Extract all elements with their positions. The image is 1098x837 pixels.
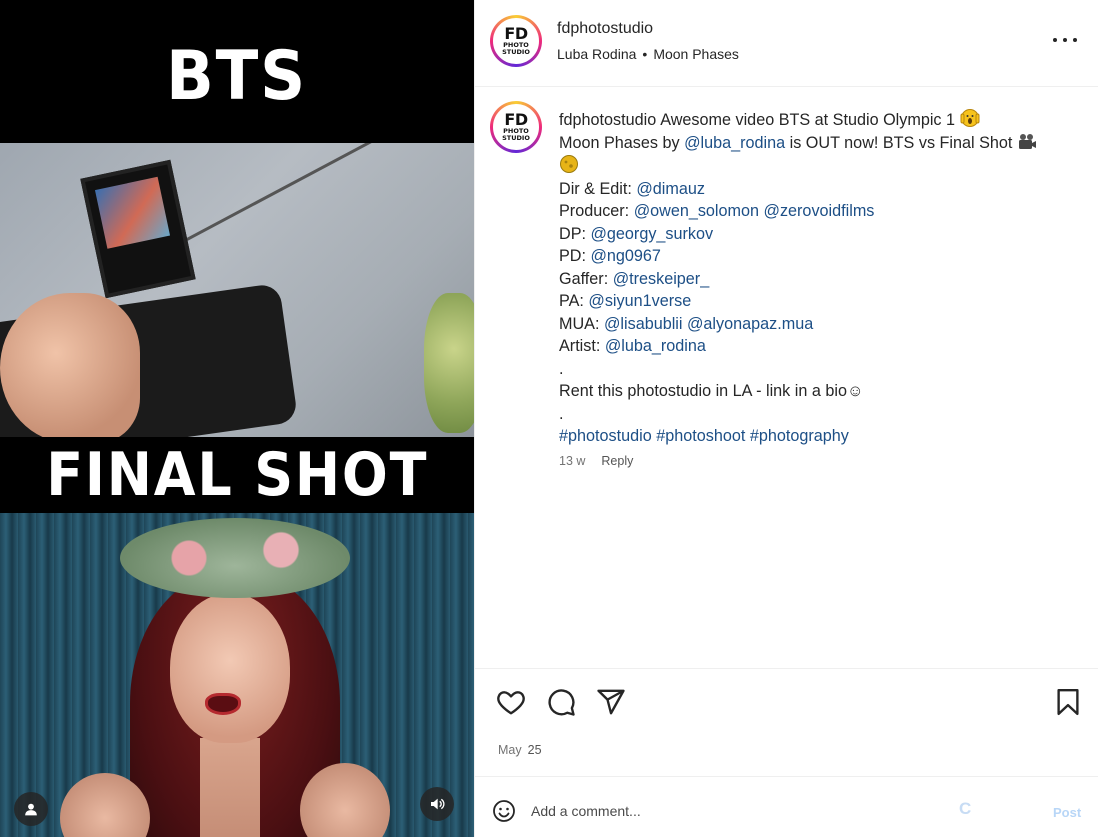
mention-link[interactable]: @zerovoidfilms bbox=[764, 202, 875, 220]
action-bar: May 25 bbox=[475, 668, 1098, 776]
audio-title-link[interactable]: Moon Phases bbox=[653, 46, 739, 62]
caption-dot-1: . bbox=[559, 359, 564, 378]
hashtag-link[interactable]: #photography bbox=[750, 427, 849, 445]
comment-composer: C Post bbox=[475, 776, 1098, 837]
audio-toggle-button[interactable] bbox=[420, 787, 454, 821]
mention-link[interactable]: @lisabublii bbox=[604, 315, 683, 333]
post-details-panel: FD PHOTO STUDIO fdphotostudio Luba Rodin… bbox=[474, 0, 1098, 837]
credit-label: DP: bbox=[559, 224, 591, 243]
heart-icon bbox=[497, 691, 525, 715]
separator-dot: • bbox=[642, 46, 648, 62]
save-button[interactable] bbox=[1053, 687, 1083, 717]
profile-avatar[interactable]: FD PHOTO STUDIO bbox=[490, 15, 542, 67]
credit-label: Gaffer: bbox=[559, 269, 613, 288]
credit-line: Dir & Edit: @dimauz bbox=[559, 178, 1079, 201]
credit-label: Dir & Edit: bbox=[559, 179, 637, 198]
mention-link[interactable]: @siyun1verse bbox=[588, 292, 691, 310]
caption-avatar[interactable]: FD PHOTO STUDIO bbox=[490, 101, 542, 153]
caption-line-2-start: Moon Phases by bbox=[559, 133, 685, 152]
moon-emoji-icon bbox=[560, 155, 578, 173]
bts-overlay-text: BTS bbox=[166, 37, 308, 116]
movie-camera-emoji-icon bbox=[1018, 133, 1036, 149]
credit-line: DP: @georgy_surkov bbox=[559, 223, 1079, 246]
caption-dot-2: . bbox=[559, 404, 564, 423]
comment-icon bbox=[548, 689, 575, 716]
smiley-icon bbox=[493, 800, 515, 822]
caption-meta: 13 w Reply bbox=[559, 454, 649, 468]
speaker-icon bbox=[431, 798, 445, 810]
comment-input[interactable] bbox=[531, 799, 951, 823]
post-comment-button[interactable]: Post bbox=[1053, 805, 1081, 820]
caption-age[interactable]: 13 w bbox=[559, 454, 585, 468]
bts-video-frame bbox=[0, 143, 474, 437]
avatar-logo-text: FD bbox=[504, 24, 528, 44]
flower-crown-image bbox=[120, 518, 350, 598]
final-shot-band: FINAL SHOT bbox=[0, 437, 474, 513]
audio-attribution: Luba Rodina • Moon Phases bbox=[557, 46, 739, 62]
send-icon bbox=[597, 689, 625, 715]
mention-link[interactable]: @ng0967 bbox=[590, 247, 660, 265]
mention-link[interactable]: @luba_rodina bbox=[605, 337, 706, 355]
share-button[interactable] bbox=[596, 687, 626, 717]
more-dot bbox=[1073, 38, 1077, 42]
credits-list: Dir & Edit: @dimauz Producer: @owen_solom… bbox=[559, 178, 1079, 358]
hashtag-link[interactable]: #photostudio bbox=[559, 427, 652, 445]
post-media[interactable]: BTS FINAL SHOT bbox=[0, 0, 474, 837]
post-caption: fdphotostudio Awesome video BTS at Studio… bbox=[559, 108, 1079, 448]
credit-label: Artist: bbox=[559, 337, 605, 355]
more-dot bbox=[1063, 38, 1067, 42]
credit-line: Artist: @luba_rodina bbox=[559, 335, 1079, 358]
mention-link[interactable]: @georgy_surkov bbox=[590, 225, 713, 243]
mention-link[interactable]: @luba_rodina bbox=[684, 134, 785, 152]
hand-image bbox=[0, 293, 140, 437]
bookmark-icon bbox=[1057, 688, 1079, 716]
credit-label: PD: bbox=[559, 247, 591, 265]
mention-link[interactable]: @treskeiper_ bbox=[613, 270, 710, 288]
credit-line: MUA: @lisabublii @alyonapaz.mua bbox=[559, 313, 1079, 336]
credit-label: Producer: bbox=[559, 202, 634, 220]
post-header: FD PHOTO STUDIO fdphotostudio Luba Rodin… bbox=[475, 0, 1098, 87]
more-options-button[interactable] bbox=[1053, 30, 1077, 50]
loading-spinner-icon: C bbox=[959, 799, 972, 818]
final-shot-frame bbox=[0, 513, 474, 837]
hashtag-link[interactable]: #photoshoot bbox=[656, 427, 745, 445]
hashtags-line: #photostudio #photoshoot #photography bbox=[559, 425, 1079, 448]
singer-face-image bbox=[170, 593, 290, 743]
header-username-link[interactable]: fdphotostudio bbox=[557, 20, 653, 38]
caption-rent-line: Rent this photostudio in LA - link in a … bbox=[559, 382, 864, 400]
caption-line-2-end: is OUT now! BTS vs Final Shot bbox=[785, 133, 1017, 152]
post-date: May 25 bbox=[498, 743, 542, 757]
flowers-image bbox=[424, 293, 474, 433]
emoji-picker-button[interactable] bbox=[492, 799, 516, 823]
more-horizontal-icon bbox=[1053, 38, 1057, 42]
comment-button[interactable] bbox=[546, 687, 576, 717]
avatar-logo-subtext-2: STUDIO bbox=[502, 134, 530, 142]
face-screaming-emoji-icon bbox=[960, 109, 980, 127]
credit-line: PD: @ng0967 bbox=[559, 245, 1079, 268]
audio-artist-link[interactable]: Luba Rodina bbox=[557, 46, 636, 62]
credit-label: PA: bbox=[559, 292, 589, 310]
credit-label: MUA: bbox=[559, 314, 604, 333]
person-icon bbox=[25, 803, 37, 816]
caption-line-1: Awesome video BTS at Studio Olympic 1 bbox=[660, 111, 956, 129]
tagged-users-button[interactable] bbox=[14, 792, 48, 826]
mention-link[interactable]: @alyonapaz.mua bbox=[687, 315, 813, 333]
credit-line: Producer: @owen_solomon @zerovoidfilms bbox=[559, 200, 1079, 223]
reply-button[interactable]: Reply bbox=[601, 454, 633, 468]
credit-line: PA: @siyun1verse bbox=[559, 290, 1079, 313]
caption-username-link[interactable]: fdphotostudio bbox=[559, 111, 656, 129]
post-date-day: 25 bbox=[527, 743, 542, 757]
avatar-logo-text: FD bbox=[504, 110, 528, 130]
bts-title-band: BTS bbox=[0, 0, 474, 143]
mention-link[interactable]: @dimauz bbox=[636, 180, 705, 198]
post-date-month: May bbox=[498, 743, 522, 757]
credit-line: Gaffer: @treskeiper_ bbox=[559, 268, 1079, 291]
final-shot-overlay-text: FINAL SHOT bbox=[45, 440, 428, 510]
mention-link[interactable]: @owen_solomon bbox=[634, 202, 759, 220]
camera-monitor-image bbox=[80, 159, 196, 299]
avatar-logo-subtext-2: STUDIO bbox=[502, 48, 530, 56]
like-button[interactable] bbox=[496, 687, 526, 717]
